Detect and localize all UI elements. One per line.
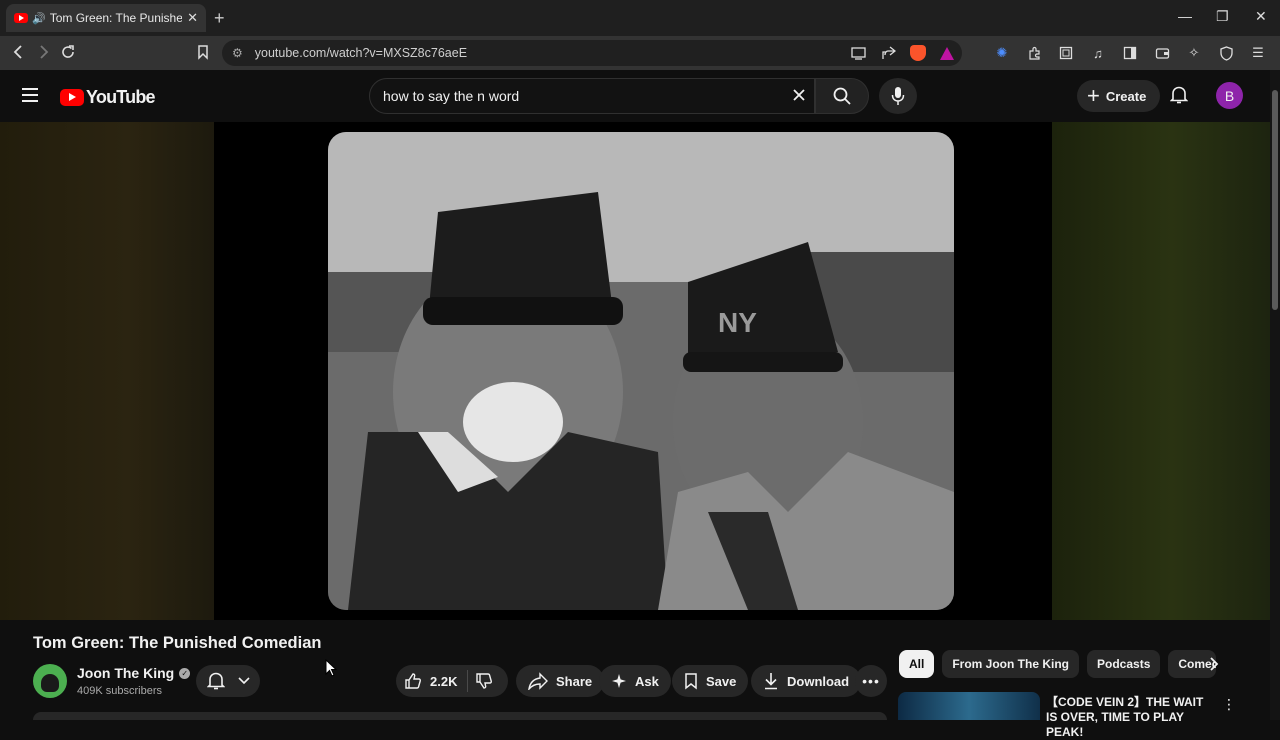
shield-icon[interactable] bbox=[1218, 45, 1234, 61]
svg-text:NY: NY bbox=[718, 307, 757, 338]
reload-icon[interactable] bbox=[60, 44, 76, 65]
recommendation-menu-icon[interactable]: ⋮ bbox=[1222, 696, 1236, 713]
app-menu-icon[interactable]: ☰ bbox=[1250, 45, 1266, 61]
cast-icon[interactable] bbox=[850, 45, 866, 61]
youtube-favicon-icon bbox=[14, 13, 28, 23]
recommendation-thumbnail[interactable] bbox=[898, 692, 1040, 720]
clear-search-icon[interactable] bbox=[792, 86, 806, 107]
search-input[interactable]: how to say the n word bbox=[369, 78, 815, 114]
chip-from-channel[interactable]: From Joon The King bbox=[942, 650, 1080, 678]
channel-avatar[interactable] bbox=[33, 664, 67, 698]
vpn-icon[interactable]: ✺ bbox=[994, 45, 1010, 61]
youtube-play-icon bbox=[60, 89, 84, 106]
ambient-glow-right bbox=[1052, 122, 1270, 620]
bell-icon bbox=[206, 672, 225, 690]
share-icon bbox=[528, 672, 548, 690]
share-label: Share bbox=[556, 673, 593, 689]
download-button[interactable]: Download bbox=[751, 665, 862, 697]
video-still-image: NY bbox=[328, 132, 954, 610]
save-label: Save bbox=[706, 673, 737, 689]
verified-icon: ✓ bbox=[179, 667, 191, 679]
save-button[interactable]: Save bbox=[672, 665, 749, 697]
restore-button[interactable]: ❐ bbox=[1216, 8, 1229, 25]
video-frame[interactable]: NY bbox=[328, 132, 954, 610]
youtube-logo[interactable]: YouTube bbox=[60, 87, 156, 108]
leo-ai-icon[interactable]: ✧ bbox=[1186, 45, 1202, 61]
microphone-icon bbox=[891, 87, 905, 105]
dislike-button[interactable] bbox=[468, 672, 508, 690]
share-button[interactable]: Share bbox=[516, 665, 605, 697]
sparkle-icon bbox=[612, 674, 626, 688]
screenshot-icon[interactable] bbox=[1058, 45, 1074, 61]
download-icon bbox=[765, 673, 777, 690]
ask-button[interactable]: Ask bbox=[599, 665, 671, 697]
subscription-bell-button[interactable] bbox=[196, 665, 260, 697]
share-page-icon[interactable] bbox=[880, 45, 896, 61]
browser-tab-bar: 🔊 Tom Green: The Punished Comedian ✕ + —… bbox=[0, 0, 1280, 36]
url-text: youtube.com/watch?v=MXSZ8c76aeE bbox=[254, 46, 468, 60]
description-box[interactable] bbox=[33, 712, 887, 720]
sidebar-icon[interactable] bbox=[1122, 45, 1138, 61]
video-player[interactable]: NY bbox=[0, 122, 1270, 620]
like-dislike-group: 2.2K bbox=[396, 665, 508, 697]
window-close-button[interactable]: ✕ bbox=[1255, 8, 1267, 25]
youtube-logo-text: YouTube bbox=[86, 87, 156, 107]
like-button[interactable]: 2.2K bbox=[396, 670, 468, 692]
new-tab-button[interactable]: + bbox=[214, 8, 225, 29]
music-icon[interactable]: ♫ bbox=[1090, 45, 1106, 61]
bookmark-icon[interactable] bbox=[197, 44, 209, 65]
subscriber-count: 409K subscribers bbox=[77, 685, 162, 697]
more-horizontal-icon: ••• bbox=[862, 673, 880, 689]
browser-toolbar: ⚙ youtube.com/watch?v=MXSZ8c76aeE ✺ ♫ ✧ bbox=[0, 36, 1280, 70]
chevron-down-icon bbox=[237, 677, 250, 685]
account-avatar[interactable]: B bbox=[1216, 82, 1243, 109]
ambient-glow-left bbox=[0, 122, 214, 620]
thumbs-up-icon bbox=[405, 673, 421, 689]
thumbs-down-icon bbox=[476, 673, 492, 689]
search-button[interactable] bbox=[815, 78, 869, 114]
chevron-right-icon[interactable] bbox=[1203, 653, 1225, 675]
chip-podcasts[interactable]: Podcasts bbox=[1087, 650, 1161, 678]
plus-icon: + bbox=[1087, 83, 1100, 108]
channel-name[interactable]: Joon The King ✓ bbox=[77, 665, 191, 681]
like-count: 2.2K bbox=[430, 673, 458, 689]
recommendation-title[interactable]: 【CODE VEIN 2】THE WAIT IS OVER, TIME TO P… bbox=[1046, 695, 1206, 740]
video-title: Tom Green: The Punished Comedian bbox=[33, 634, 322, 652]
ask-label: Ask bbox=[635, 673, 659, 689]
back-icon[interactable] bbox=[12, 44, 26, 65]
brave-rewards-icon[interactable] bbox=[940, 46, 954, 60]
channel-name-text: Joon The King bbox=[77, 665, 175, 681]
youtube-header: YouTube how to say the n word + Create B bbox=[0, 70, 1270, 122]
search-icon bbox=[833, 87, 851, 105]
more-actions-button[interactable]: ••• bbox=[855, 665, 887, 697]
wallet-icon[interactable] bbox=[1154, 45, 1170, 61]
browser-tab[interactable]: 🔊 Tom Green: The Punished Comedian ✕ bbox=[6, 4, 206, 32]
notifications-bell-icon[interactable] bbox=[1169, 85, 1189, 110]
download-label: Download bbox=[787, 673, 850, 689]
related-filter-chips: All From Joon The King Podcasts Comedy bbox=[899, 650, 1217, 678]
create-button[interactable]: + Create bbox=[1077, 80, 1161, 112]
hamburger-menu-icon[interactable] bbox=[22, 88, 38, 102]
minimize-button[interactable]: — bbox=[1178, 8, 1192, 24]
save-playlist-icon bbox=[685, 673, 697, 690]
site-settings-icon[interactable]: ⚙ bbox=[232, 46, 243, 60]
voice-search-button[interactable] bbox=[879, 78, 917, 114]
extensions-icon[interactable] bbox=[1026, 45, 1042, 61]
chip-all[interactable]: All bbox=[899, 650, 935, 678]
tab-close-icon[interactable]: ✕ bbox=[187, 10, 198, 26]
forward-icon[interactable] bbox=[36, 44, 50, 65]
scrollbar-thumb[interactable] bbox=[1272, 90, 1278, 310]
speaker-icon[interactable]: 🔊 bbox=[32, 12, 46, 25]
mouse-cursor-icon bbox=[325, 659, 338, 677]
brave-shields-icon[interactable] bbox=[910, 45, 926, 61]
create-label: Create bbox=[1105, 88, 1147, 104]
search-query: how to say the n word bbox=[383, 88, 520, 104]
page-scrollbar[interactable] bbox=[1270, 70, 1280, 720]
tab-title: Tom Green: The Punished Comedian bbox=[49, 11, 182, 25]
